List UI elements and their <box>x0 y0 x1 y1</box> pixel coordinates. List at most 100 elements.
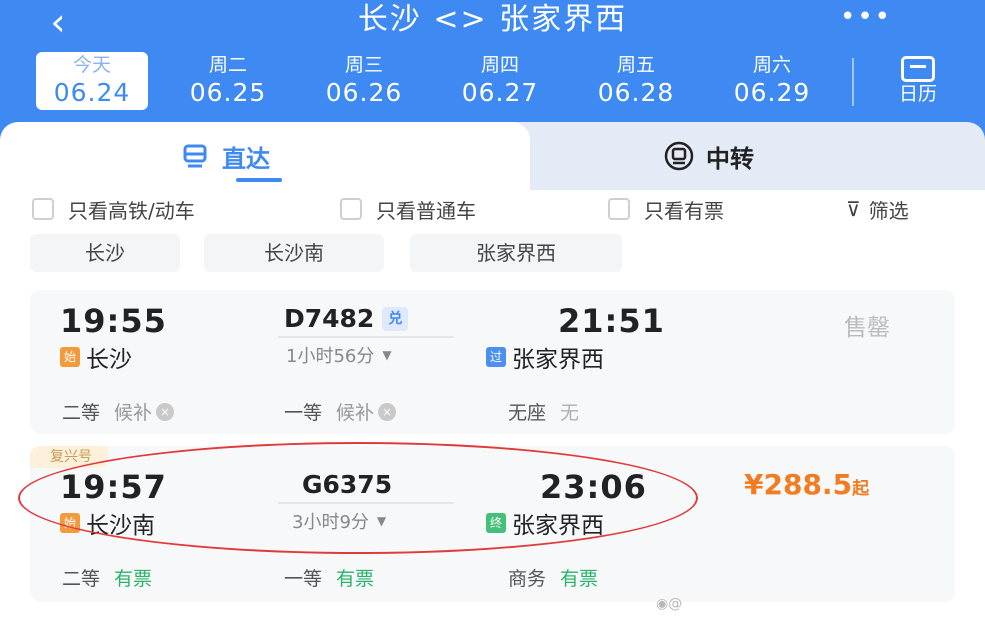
date-value: 06.27 <box>461 78 539 107</box>
train-card-g6375[interactable]: 复兴号 19:57 始 长沙南 G6375 3小时9分 ▼ 23:06 终 张家… <box>30 446 955 602</box>
date-value: 06.29 <box>733 78 811 107</box>
train-number-text: G6375 <box>302 470 393 499</box>
chevron-down-icon: ▼ <box>376 514 387 528</box>
route-line <box>278 336 454 338</box>
filter-available-label: 只看有票 <box>644 198 724 223</box>
date-item-0625[interactable]: 周二 06.25 <box>172 52 284 110</box>
train-icon <box>180 141 210 171</box>
seat-first-class: 一等 候补 × <box>284 398 397 425</box>
date-value: 06.28 <box>597 78 675 107</box>
depart-time: 19:57 <box>60 468 167 506</box>
seat-type: 二等 <box>62 568 101 590</box>
seat-second-class: 二等 有票 <box>62 564 152 591</box>
tab-direct-label: 直达 <box>222 144 270 173</box>
chevron-down-icon: ▼ <box>382 348 392 362</box>
seat-type: 二等 <box>62 402 101 424</box>
seat-no-seat: 无座 无 <box>508 398 579 425</box>
transfer-train-icon <box>664 141 694 171</box>
date-value: 06.25 <box>189 78 267 107</box>
filter-normal-label: 只看普通车 <box>376 198 476 223</box>
train-number: D7482 兑 <box>284 304 409 333</box>
price: ¥288.5起 <box>744 468 869 501</box>
seat-availability: 有票 <box>560 568 599 590</box>
tab-direct[interactable]: 直达 <box>180 136 270 176</box>
calendar-icon <box>901 56 935 82</box>
arrive-station-name: 张家界西 <box>512 347 604 373</box>
route-line <box>278 502 454 504</box>
seat-availability: 有票 <box>336 568 375 590</box>
date-item-0629[interactable]: 周六 06.29 <box>716 52 828 110</box>
exchange-badge: 兑 <box>382 306 409 331</box>
pass-tag: 过 <box>486 347 506 367</box>
price-value: ¥288.5 <box>744 468 853 501</box>
seat-type: 一等 <box>284 568 323 590</box>
seat-availability: 候补 <box>336 402 375 424</box>
close-circle-icon: × <box>378 402 397 421</box>
seat-first-class: 一等 有票 <box>284 564 374 591</box>
arrive-time: 21:51 <box>558 302 665 340</box>
date-item-0628[interactable]: 周五 06.28 <box>580 52 692 110</box>
route-title: 长沙 <> 张家界西 <box>357 2 628 37</box>
date-weekday: 周二 <box>208 54 247 76</box>
sold-out-status: 售罄 <box>844 315 890 341</box>
seat-availability: 无 <box>560 402 580 424</box>
date-weekday: 周五 <box>616 54 655 76</box>
date-weekday: 今天 <box>72 54 111 76</box>
station-chip-changshanan[interactable]: 长沙南 <box>204 234 384 272</box>
duration-text: 1小时56分 <box>286 346 375 367</box>
fuxing-badge: 复兴号 <box>30 446 108 468</box>
train-number-text: D7482 <box>284 304 375 333</box>
seat-availability: 候补 <box>114 402 153 424</box>
date-weekday: 周六 <box>752 54 791 76</box>
date-value: 06.24 <box>53 78 131 107</box>
calendar-button[interactable]: 日历 <box>880 52 956 110</box>
depart-station-name: 长沙 <box>86 347 132 373</box>
date-weekday: 周四 <box>480 54 519 76</box>
filter-available[interactable]: 只看有票 <box>608 194 724 224</box>
tab-transfer-label: 中转 <box>706 144 754 173</box>
close-circle-icon: × <box>156 402 175 421</box>
station-chip-zhangjiajiexi[interactable]: 张家界西 <box>410 234 622 272</box>
price-suffix: 起 <box>852 479 870 499</box>
start-tag: 始 <box>60 513 80 533</box>
start-tag: 始 <box>60 347 80 367</box>
checkbox[interactable] <box>608 198 630 220</box>
duration[interactable]: 1小时56分 ▼ <box>286 342 392 368</box>
seat-second-class: 二等 候补 × <box>62 398 175 425</box>
filter-screen-button[interactable]: ⊽ 筛选 <box>846 194 909 224</box>
tab-transfer[interactable]: 中转 <box>664 136 754 176</box>
arrive-station-name: 张家界西 <box>512 513 604 539</box>
date-weekday: 周三 <box>344 54 383 76</box>
seat-type: 商务 <box>508 568 547 590</box>
more-icon[interactable]: ••• <box>840 0 890 40</box>
filter-highspeed[interactable]: 只看高铁/动车 <box>32 194 195 224</box>
depart-station-name: 长沙南 <box>86 513 155 539</box>
depart-station: 始 长沙 <box>60 340 132 374</box>
seat-type: 无座 <box>508 402 547 424</box>
tab-active-indicator <box>236 178 282 182</box>
train-number: G6375 <box>302 470 392 499</box>
station-chip-changsha[interactable]: 长沙 <box>30 234 180 272</box>
seat-type: 一等 <box>284 402 323 424</box>
depart-station: 始 长沙南 <box>60 506 155 540</box>
filter-screen-label: 筛选 <box>868 198 909 223</box>
duration-text: 3小时9分 <box>292 512 369 533</box>
depart-time: 19:55 <box>60 302 167 340</box>
calendar-label: 日历 <box>898 83 937 105</box>
watermark-logo: ◉@ <box>656 596 683 612</box>
tab-bar: 直达 中转 <box>0 122 985 190</box>
train-card-d7482[interactable]: 19:55 始 长沙 D7482 兑 1小时56分 ▼ 21:51 过 张家界西… <box>30 290 955 434</box>
date-value: 06.26 <box>325 78 403 107</box>
duration[interactable]: 3小时9分 ▼ <box>292 508 386 534</box>
arrive-station: 终 张家界西 <box>486 506 604 540</box>
filter-normal[interactable]: 只看普通车 <box>340 194 476 224</box>
date-item-0624[interactable]: 今天 06.24 <box>36 52 148 110</box>
arrive-station: 过 张家界西 <box>486 340 604 374</box>
seat-availability: 有票 <box>114 568 153 590</box>
date-divider <box>852 58 854 106</box>
checkbox[interactable] <box>32 198 54 220</box>
date-item-0627[interactable]: 周四 06.27 <box>444 52 556 110</box>
filter-highspeed-label: 只看高铁/动车 <box>68 198 195 223</box>
date-item-0626[interactable]: 周三 06.26 <box>308 52 420 110</box>
checkbox[interactable] <box>340 198 362 220</box>
